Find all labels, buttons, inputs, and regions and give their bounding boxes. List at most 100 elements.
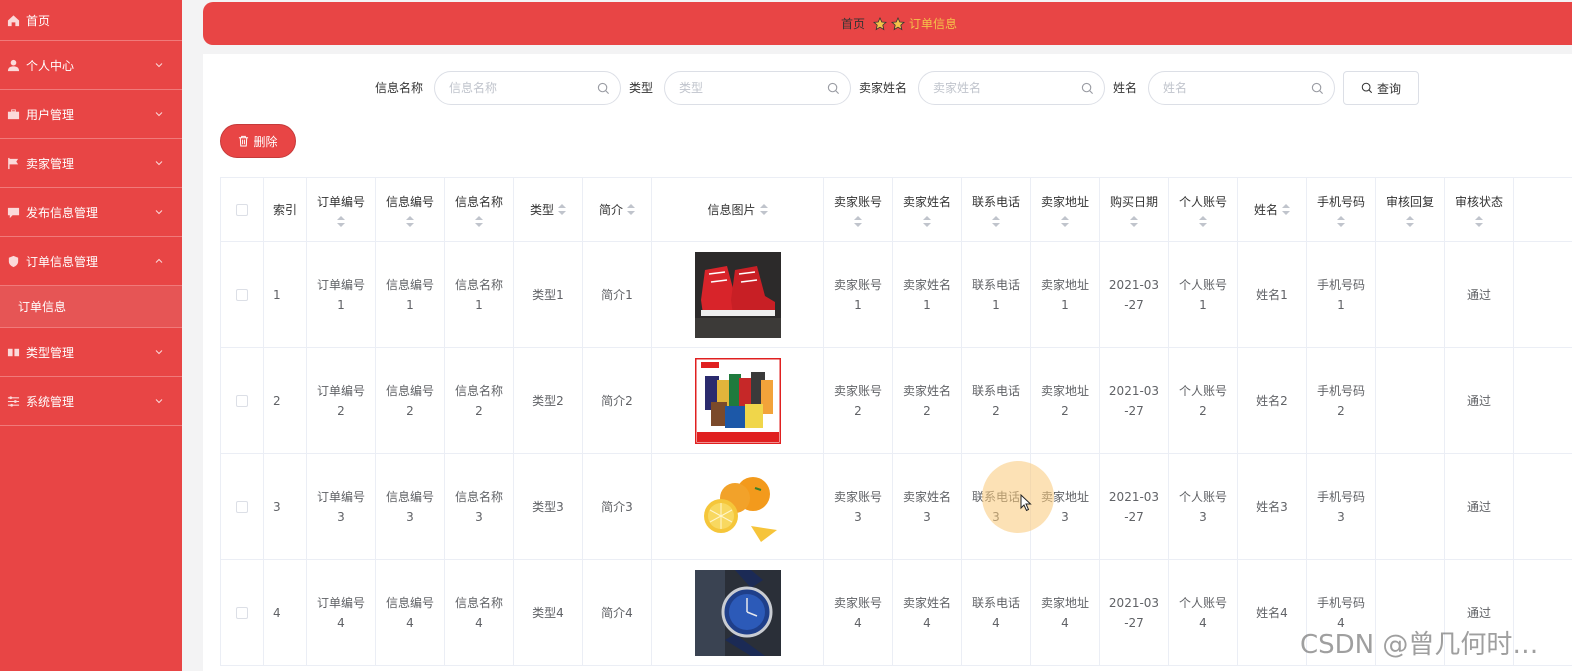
table-row[interactable]: 2 订单编号 2 信息编号 2 信息名称 2 类型2 简介2 卖家账号 2 卖家姓名 2 联系电… [221,348,1572,454]
sort-icon[interactable] [1406,215,1414,228]
cell-info-name: 信息名称 3 [445,454,514,559]
cell-purchase-date: 2021-03 -27 [1100,242,1169,347]
row-checkbox[interactable] [236,394,248,407]
sidebar-item-label: 系统管理 [26,394,75,409]
sidebar-item-seller-management[interactable]: 卖家管理 [0,139,182,188]
header-cell[interactable]: 信息编号 [376,178,445,241]
sidebar-item-label: 用户管理 [26,107,75,122]
search-label-info-name: 信息名称 [375,81,424,95]
sort-icon[interactable] [1199,215,1207,228]
cell-mobile: 手机号码 3 [1307,454,1376,559]
cell-index: 4 [264,560,307,665]
breadcrumb-home[interactable]: 首页 [841,15,865,32]
row-checkbox[interactable] [236,606,248,619]
sidebar-item-user-management[interactable]: 用户管理 [0,90,182,139]
sort-icon[interactable] [992,215,1000,228]
cell-image [652,454,824,559]
cell-select[interactable] [221,454,264,559]
sidebar-item-label: 卖家管理 [26,156,75,171]
chevron-down-icon [155,210,163,215]
cell-review-reply [1376,454,1445,559]
header-cell[interactable]: 姓名 [1238,178,1307,241]
header-cell[interactable]: 信息名称 [445,178,514,241]
header-cell[interactable]: 类型 [514,178,583,241]
sidebar-item-publish-info-management[interactable]: 发布信息管理 [0,188,182,237]
sort-icon[interactable] [1061,215,1069,228]
sort-icon[interactable] [1475,215,1483,228]
cell-seller-account: 卖家账号 1 [824,242,893,347]
sort-icon[interactable] [923,215,931,228]
header-cell[interactable]: 个人账号 [1169,178,1238,241]
header-cell[interactable]: 卖家姓名 [893,178,962,241]
header-cell[interactable]: 订单编号 [307,178,376,241]
row-checkbox[interactable] [236,500,248,513]
row-checkbox[interactable] [236,288,248,301]
sort-icon[interactable] [1337,215,1345,228]
sidebar-item-type-management[interactable]: 类型管理 [0,328,182,377]
cell-phone: 联系电话 2 [962,348,1031,453]
header-cell[interactable]: 简介 [583,178,652,241]
cell-seller-account: 卖家账号 2 [824,348,893,453]
chat-icon [6,205,20,219]
cell-order-no: 订单编号 4 [307,560,376,665]
cell-select[interactable] [221,242,264,347]
table-header-row: 索引 订单编号 信息编号 信息名称 类型 简介 信息图片 卖家账号 卖家姓名 联… [221,178,1572,242]
watermark: CSDN @曾几何时… [1300,630,1539,660]
product-image[interactable] [694,251,781,338]
table-row[interactable]: 3订单编号 3信息编号 3信息名称 3类型3简介3卖家账号 3卖家姓名 3联系电… [221,454,1572,560]
sidebar-item-home[interactable]: 首页 [0,0,182,41]
cell-select[interactable] [221,560,264,665]
sort-icon[interactable] [854,215,862,228]
cell-intro: 简介4 [583,560,652,665]
table-row[interactable]: 1 订单编号 1 信息编号 1 信息名称 1 类型1 简介1 卖家账号 1 卖家姓名 1 联系电… [221,242,1572,348]
sort-icon[interactable] [558,203,566,216]
sort-icon[interactable] [475,215,483,228]
sidebar-item-label: 发布信息管理 [26,205,99,220]
sort-icon[interactable] [627,203,635,216]
sidebar-subitem-order-info[interactable]: 订单信息 [0,286,182,328]
header-select-all[interactable] [221,178,264,241]
cell-seller-address: 卖家地址 4 [1031,560,1100,665]
cell-index: 2 [264,348,307,453]
select-all-checkbox[interactable] [236,203,248,216]
cell-review-status: 通过 [1445,242,1514,347]
delete-button[interactable]: 删除 [220,124,296,158]
product-image[interactable] [694,463,781,550]
search-input[interactable] [665,72,850,104]
cell-type: 类型4 [514,560,583,665]
header-cell[interactable]: 购买日期 [1100,178,1169,241]
delete-button-label: 删除 [253,134,278,149]
cell-index: 3 [264,454,307,559]
cell-personal-account: 个人账号 3 [1169,454,1238,559]
sidebar-item-order-info-management[interactable]: 订单信息管理 [0,237,182,286]
header-cell[interactable]: 手机号码 [1307,178,1376,241]
search-input-info-name[interactable] [434,71,621,105]
product-image[interactable] [694,357,781,444]
header-cell[interactable]: 信息图片 [652,178,824,241]
sort-icon[interactable] [406,215,414,228]
sort-icon[interactable] [759,203,768,216]
header-cell[interactable]: 卖家账号 [824,178,893,241]
search-input[interactable] [435,72,620,104]
cell-info-name: 信息名称 4 [445,560,514,665]
header-cell[interactable]: 卖家地址 [1031,178,1100,241]
header-cell[interactable]: 联系电话 [962,178,1031,241]
sidebar-item-label: 类型管理 [26,345,75,360]
cell-extra [1514,348,1572,453]
query-button[interactable]: 查询 [1343,71,1419,105]
search-input[interactable] [1149,72,1334,104]
search-input-type[interactable] [664,71,851,105]
header-cell[interactable]: 审核状态 [1445,178,1514,241]
shield-icon [6,254,20,268]
search-input-name[interactable] [1148,71,1335,105]
search-input-seller-name[interactable] [918,71,1105,105]
sidebar-item-personal-center[interactable]: 个人中心 [0,41,182,90]
sort-icon[interactable] [1130,215,1138,228]
header-cell[interactable]: 审核回复 [1376,178,1445,241]
product-image[interactable] [694,569,781,656]
cell-select[interactable] [221,348,264,453]
sort-icon[interactable] [337,215,345,228]
sidebar-item-system-management[interactable]: 系统管理 [0,377,182,426]
sort-icon[interactable] [1282,203,1290,216]
search-input[interactable] [919,72,1104,104]
